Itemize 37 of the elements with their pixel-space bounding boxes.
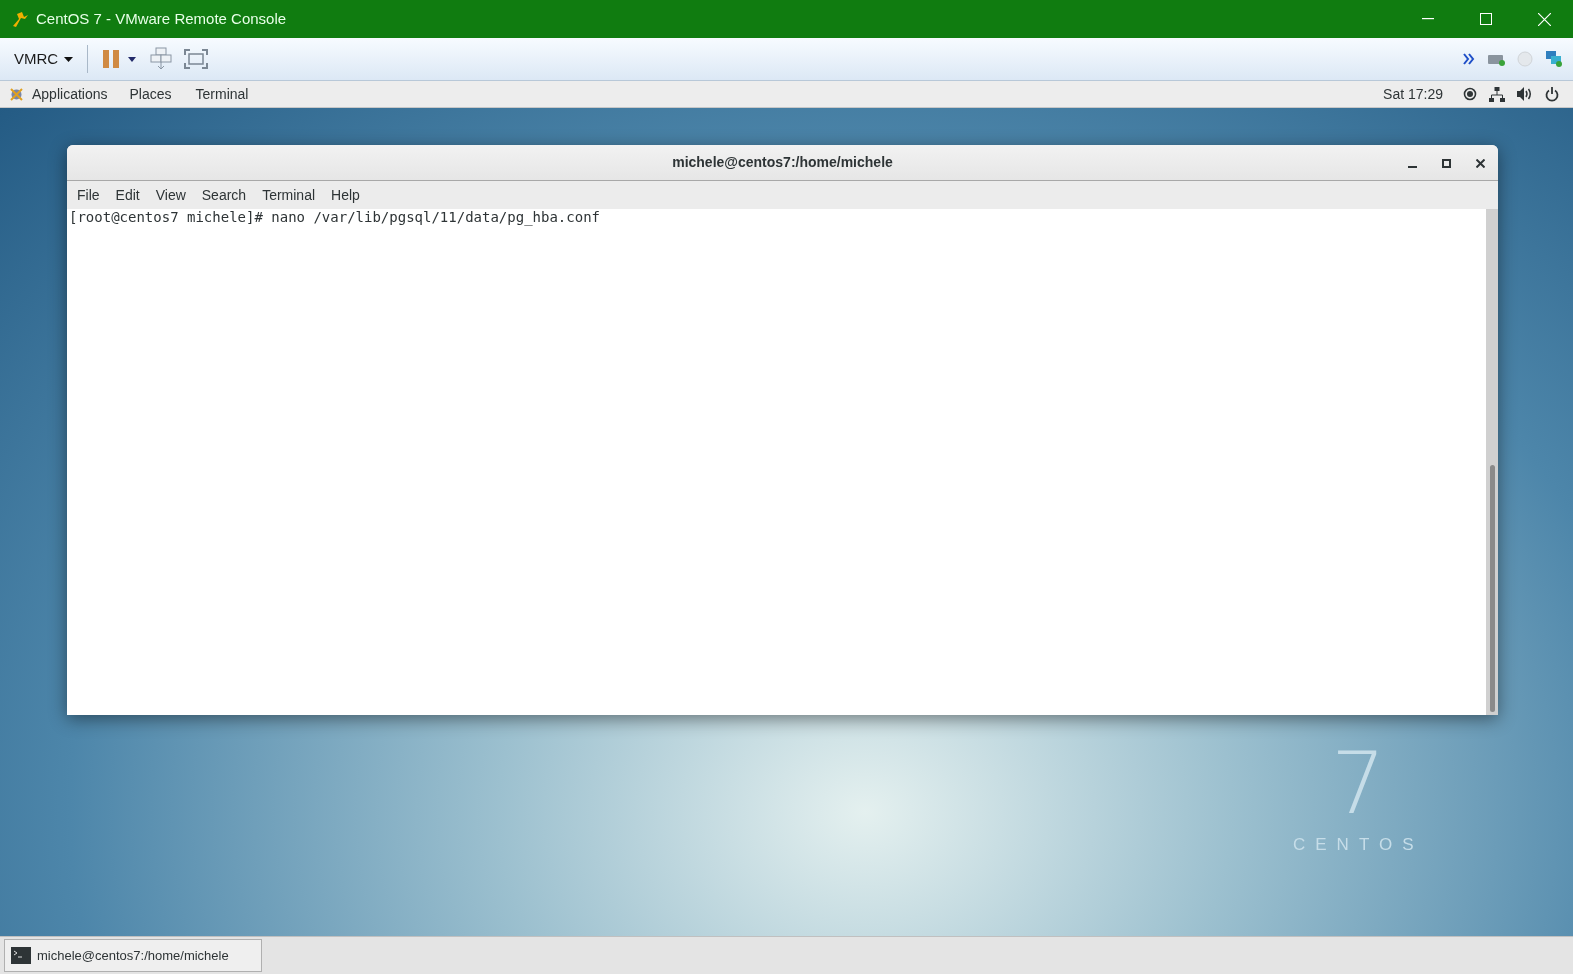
- double-chevron-icon[interactable]: [1463, 53, 1475, 65]
- terminal-title: michele@centos7:/home/michele: [672, 153, 893, 172]
- vmrc-menu-button[interactable]: VMRC: [6, 43, 82, 75]
- close-icon: [1475, 158, 1485, 168]
- pause-icon: [102, 49, 121, 69]
- network-computers-icon[interactable]: [1545, 50, 1563, 68]
- taskbar-window-button[interactable]: michele@centos7:/home/michele: [4, 939, 262, 972]
- terminal-line: [root@centos7 michele]# nano /var/lib/pgsql/11/data/pg_hba.conf: [69, 209, 601, 226]
- maximize-icon: [1441, 158, 1451, 168]
- clock[interactable]: Sat 17:29: [1383, 83, 1443, 105]
- menu-item[interactable]: Edit: [107, 184, 148, 206]
- power-icon[interactable]: [1545, 86, 1559, 102]
- caret-icon: [128, 56, 137, 62]
- centos-version-logo: 7: [1330, 740, 1386, 826]
- panel-menu[interactable]: Applications: [32, 83, 108, 105]
- fullscreen-icon: [184, 49, 209, 69]
- menu-item[interactable]: View: [147, 184, 194, 206]
- menu-item[interactable]: Help: [323, 184, 368, 206]
- menu-item[interactable]: File: [69, 184, 108, 206]
- close-icon: [1537, 12, 1551, 26]
- caret-icon: [64, 56, 74, 62]
- network-icon[interactable]: [1489, 86, 1505, 102]
- terminal-icon: [11, 947, 31, 964]
- scrollbar[interactable]: [1486, 209, 1498, 715]
- menu-item[interactable]: Terminal: [254, 184, 324, 206]
- panel-menu[interactable]: Terminal: [195, 83, 249, 105]
- applications-icon: [9, 86, 24, 102]
- target-icon[interactable]: [1463, 87, 1477, 101]
- menu-item[interactable]: Search: [193, 184, 255, 206]
- window-title: CentOS 7 - VMware Remote Console: [36, 8, 287, 29]
- minimize-icon: [1422, 18, 1434, 20]
- panel-menu[interactable]: Places: [129, 83, 172, 105]
- keyboard-keys-icon: [150, 47, 173, 71]
- maximize-icon: [1480, 13, 1492, 25]
- centos-wordmark: CENTOS: [1293, 834, 1424, 856]
- volume-icon[interactable]: [1517, 87, 1533, 101]
- minimize-icon: [1407, 165, 1417, 168]
